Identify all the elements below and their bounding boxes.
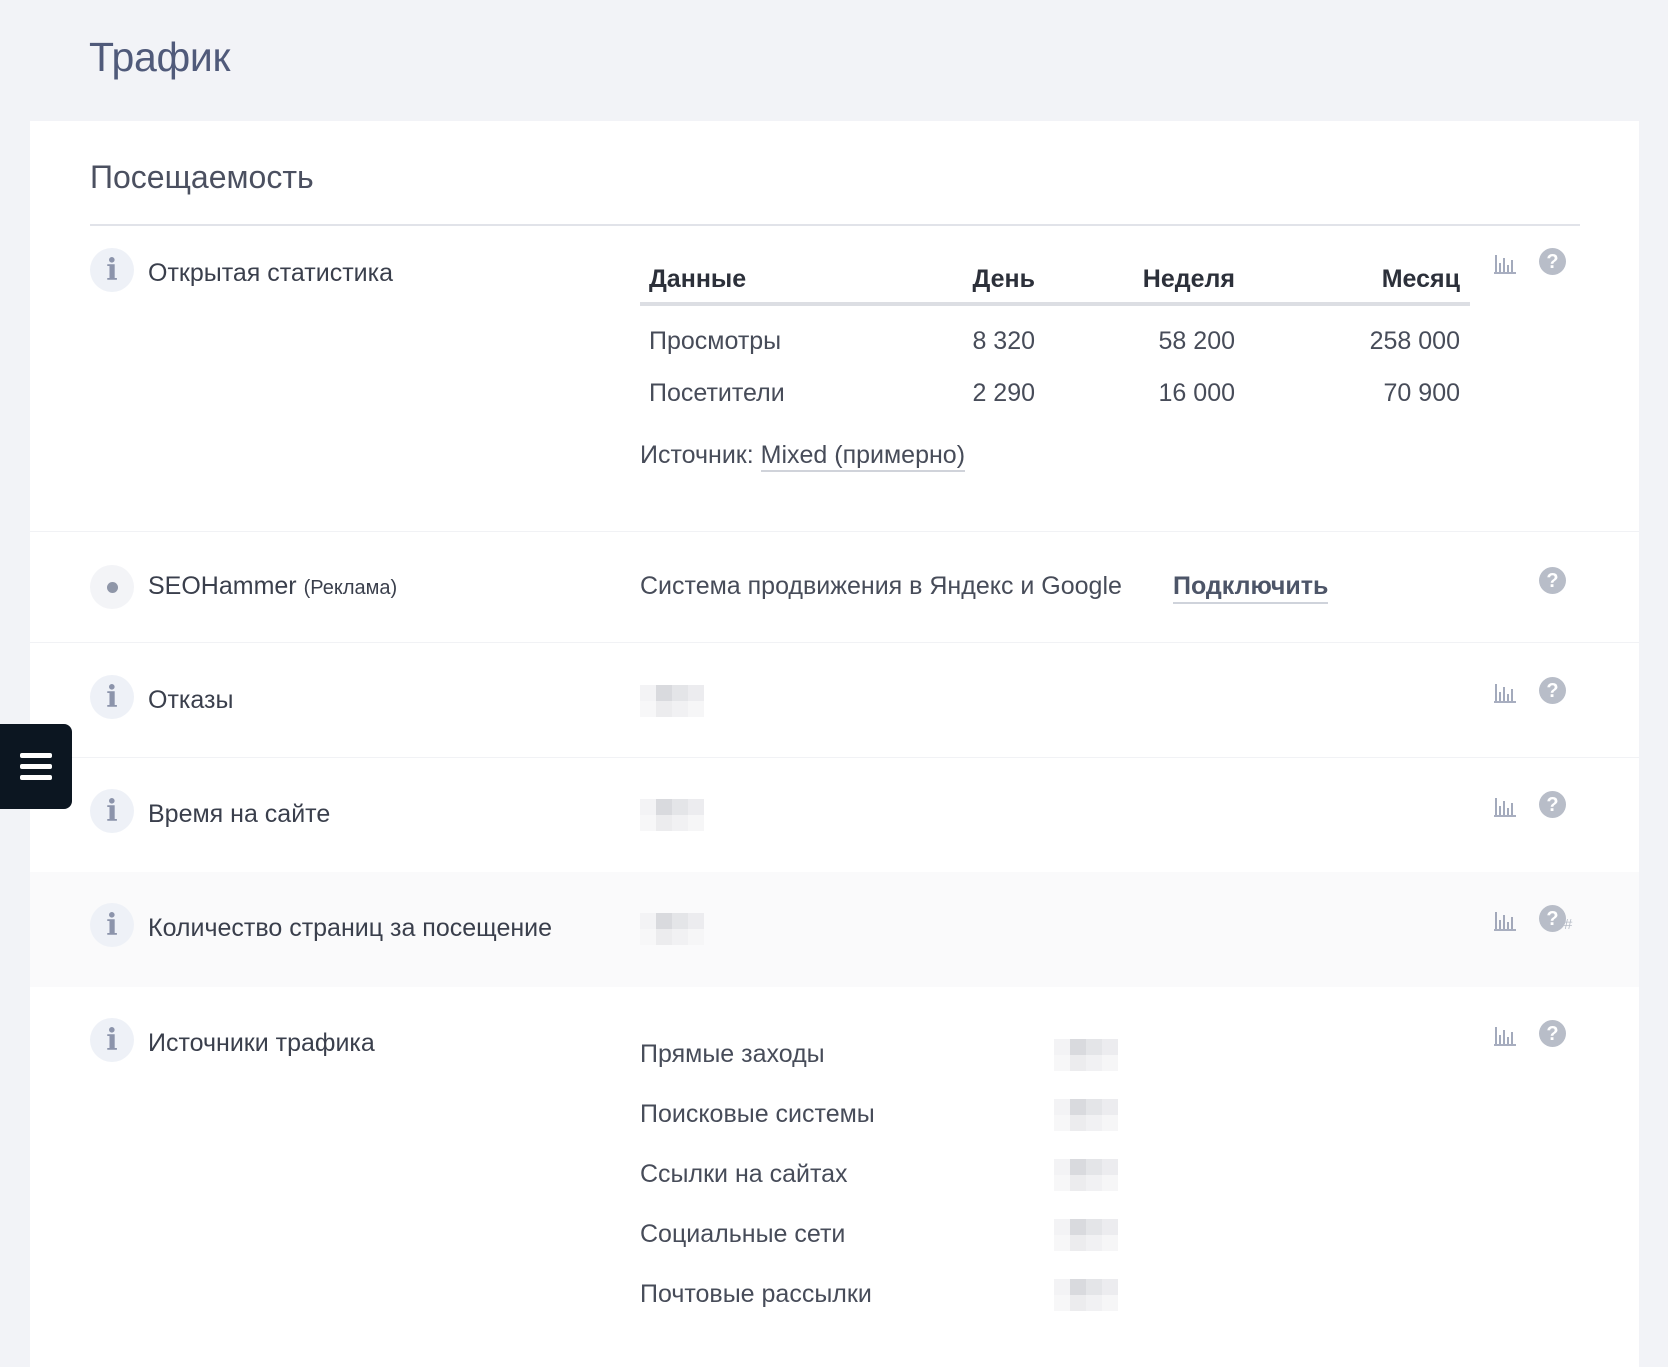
cell: 2 290 bbox=[972, 379, 1035, 407]
source-label: Источник: bbox=[640, 441, 754, 469]
row-label: Открытая статистика bbox=[148, 259, 394, 287]
header-month: Месяц bbox=[1381, 265, 1460, 293]
seohammer-name: SEOHammer bbox=[148, 572, 297, 600]
hidden-value bbox=[640, 799, 704, 831]
info-icon[interactable]: i bbox=[90, 903, 134, 947]
connect-link[interactable]: Подключить bbox=[1173, 572, 1329, 604]
row-label: Источники трафика bbox=[148, 1029, 375, 1057]
header-week: Неделя bbox=[1142, 265, 1235, 293]
help-icon[interactable]: ? bbox=[1539, 248, 1566, 275]
cell: Просмотры bbox=[649, 327, 782, 355]
page-title: Трафик bbox=[89, 34, 231, 80]
header-day: День bbox=[972, 265, 1036, 293]
row-traffic-sources: i Источники трафика Прямые заходы Поиско… bbox=[30, 987, 1639, 1367]
info-icon[interactable]: i bbox=[90, 248, 134, 292]
cell: Посетители bbox=[649, 379, 785, 407]
stats-header: Данные День Неделя Месяц bbox=[640, 251, 1470, 306]
hidden-value bbox=[1054, 1279, 1118, 1311]
cell: 58 200 bbox=[1158, 327, 1235, 355]
dot-icon bbox=[90, 565, 134, 609]
ad-tag: (Реклама) bbox=[303, 577, 398, 599]
table-row: Посетители 2 290 16 000 70 900 bbox=[640, 379, 1470, 409]
help-icon[interactable]: ? bbox=[1539, 567, 1566, 594]
hidden-value bbox=[1054, 1159, 1118, 1191]
source-line: Источник: Mixed (примерно) bbox=[640, 441, 966, 472]
info-icon[interactable]: i bbox=[90, 789, 134, 833]
hidden-value bbox=[1054, 1039, 1118, 1071]
hidden-value bbox=[640, 913, 704, 945]
bar-chart-icon[interactable] bbox=[1492, 1021, 1518, 1047]
page: Трафик Посещаемость i Открытая статистик… bbox=[0, 0, 1668, 1367]
bar-chart-icon[interactable] bbox=[1492, 906, 1518, 932]
hamburger-menu-icon[interactable] bbox=[0, 724, 72, 809]
list-item: Поисковые системы bbox=[640, 1100, 875, 1128]
help-icon[interactable]: ? bbox=[1539, 1020, 1566, 1047]
traffic-card: Посещаемость i Открытая статистика Данны… bbox=[30, 121, 1639, 1367]
hidden-value bbox=[1054, 1099, 1118, 1131]
row-time-on-site: i Время на сайте ? bbox=[30, 758, 1639, 872]
source-link[interactable]: Mixed (примерно) bbox=[760, 441, 966, 472]
row-label: Время на сайте bbox=[148, 800, 331, 828]
help-icon[interactable]: ? bbox=[1539, 905, 1566, 932]
cell: 70 900 bbox=[1383, 379, 1460, 407]
section-title: Посещаемость bbox=[90, 159, 314, 195]
cell: 8 320 bbox=[972, 327, 1035, 355]
header-data: Данные bbox=[649, 265, 747, 293]
list-item: Социальные сети bbox=[640, 1220, 846, 1248]
row-label: Количество страниц за посещение bbox=[148, 914, 553, 942]
help-icon[interactable]: ? bbox=[1539, 791, 1566, 818]
row-seohammer: SEOHammer (Реклама) Система продвижения … bbox=[30, 532, 1639, 642]
info-icon[interactable]: i bbox=[90, 675, 134, 719]
promo-text: Система продвижения в Яндекс и Google bbox=[640, 572, 1122, 600]
help-icon[interactable]: ? bbox=[1539, 677, 1566, 704]
anchor-hash-icon[interactable]: # bbox=[1564, 916, 1572, 933]
row-pages-per-visit: i Количество страниц за посещение ? # bbox=[30, 872, 1639, 987]
table-row: Просмотры 8 320 58 200 258 000 bbox=[640, 327, 1470, 357]
bar-chart-icon[interactable] bbox=[1492, 792, 1518, 818]
row-label: Отказы bbox=[148, 686, 234, 714]
cell: 16 000 bbox=[1158, 379, 1235, 407]
row-bounces: i Отказы ? bbox=[30, 643, 1639, 757]
cell: 258 000 bbox=[1369, 327, 1460, 355]
hidden-value bbox=[1054, 1219, 1118, 1251]
bar-chart-icon[interactable] bbox=[1492, 249, 1518, 275]
list-item: Почтовые рассылки bbox=[640, 1280, 872, 1308]
info-icon[interactable]: i bbox=[90, 1018, 134, 1062]
row-open-stats: i Открытая статистика Данные День Неделя… bbox=[30, 226, 1639, 506]
list-item: Прямые заходы bbox=[640, 1040, 825, 1068]
list-item: Ссылки на сайтах bbox=[640, 1160, 848, 1188]
row-label: SEOHammer (Реклама) bbox=[148, 572, 397, 601]
bar-chart-icon[interactable] bbox=[1492, 678, 1518, 704]
hidden-value bbox=[640, 685, 704, 717]
